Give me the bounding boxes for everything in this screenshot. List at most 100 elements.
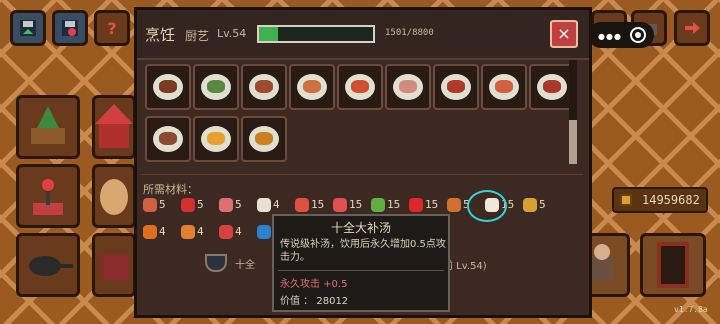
version-label: v1.7.8a: [674, 305, 708, 314]
material-herb-icon: [371, 198, 385, 212]
recipe-scroll-thumb[interactable]: [569, 120, 577, 164]
door-tile[interactable]: [640, 233, 706, 297]
tooltip-value: 价值 ： 28012: [280, 296, 349, 307]
materials-title: 所需材料：: [143, 183, 198, 196]
material-meat-icon: [143, 198, 157, 212]
material-count: 5: [539, 198, 546, 211]
tooltip-description: 传说级补汤，饮用后永久增加0.5点攻击力。: [280, 239, 446, 263]
food-icon: [543, 80, 561, 93]
food-icon: [207, 132, 225, 145]
plant-icon: [31, 106, 65, 144]
food-icon: [207, 80, 225, 93]
chest-icon: [101, 254, 129, 280]
coin-counter: 14959682: [612, 187, 708, 213]
food-icon: [351, 80, 369, 93]
question-icon: ?: [107, 19, 116, 37]
food-icon: [159, 80, 177, 93]
food-icon: [447, 80, 465, 93]
egg-icon: [100, 179, 128, 215]
exp-progress-fill: [259, 27, 279, 41]
save-heart-icon: [62, 20, 78, 36]
material-sausage-icon: [219, 198, 233, 212]
screen-record-overlay[interactable]: ●●●: [588, 22, 654, 48]
shop-tile[interactable]: [92, 95, 136, 159]
material-count: 4: [273, 198, 280, 211]
tooltip-title: 十全大补汤: [330, 221, 391, 235]
soup-bowl-icon: [205, 254, 227, 272]
food-icon: [495, 80, 513, 93]
food-icon: [159, 132, 177, 145]
material-salmon-icon: [295, 198, 309, 212]
material-carrot-icon: [143, 225, 157, 239]
food-icon: [303, 80, 321, 93]
material-wheat-icon: [523, 198, 537, 212]
garden-tile[interactable]: [16, 95, 80, 159]
recipe-steak-plate[interactable]: [145, 64, 191, 110]
save-up-icon: [20, 20, 36, 36]
exp-progress-bar: [257, 25, 375, 43]
item-tooltip: 十全大补汤 传说级补汤，饮用后永久增加0.5点攻击力。 永久攻击 +0.5 价值…: [272, 214, 450, 312]
chest-tile[interactable]: [92, 233, 136, 297]
tooltip-divider: [278, 270, 444, 271]
svg-text:?: ?: [107, 19, 116, 37]
close-icon: ×: [557, 24, 571, 43]
food-icon: [255, 80, 273, 93]
skill-label: 厨艺: [185, 29, 210, 43]
recipe-pizza[interactable]: [481, 64, 527, 110]
material-count: 15: [425, 198, 439, 211]
panel-title: 烹饪: [145, 26, 176, 44]
dots-icon: ●●●: [598, 32, 622, 41]
door-icon: [657, 242, 689, 288]
material-bone-icon: [257, 198, 271, 212]
recipe-tomato-soup[interactable]: [337, 64, 383, 110]
record-icon: [630, 27, 646, 43]
recipe-sliced-meat[interactable]: [145, 116, 191, 162]
cooking-tile[interactable]: [16, 233, 80, 297]
material-orange-icon: [181, 225, 195, 239]
coin-icon: [620, 194, 632, 206]
tooltip-stat: 永久攻击 +0.5: [280, 279, 348, 290]
save-load-button[interactable]: [52, 10, 88, 46]
material-onion-icon: [447, 198, 461, 212]
recipe-vegetable-plate[interactable]: [193, 64, 239, 110]
highlight-circle: [467, 190, 507, 222]
craft-text-start: 十全: [235, 260, 255, 271]
pan-icon: [29, 256, 73, 276]
save-button[interactable]: [10, 10, 46, 46]
material-count: 15: [349, 198, 363, 211]
material-red-pepper-icon: [181, 198, 195, 212]
food-icon: [399, 80, 417, 93]
recipe-roast-meat[interactable]: [241, 64, 287, 110]
skill-level: Lv.54: [217, 27, 247, 40]
exit-button[interactable]: [674, 10, 710, 46]
material-sausage-link-icon: [333, 198, 347, 212]
close-button[interactable]: ×: [550, 20, 578, 48]
divider: [141, 174, 583, 175]
material-count: 4: [235, 225, 242, 238]
exit-arrow-icon: [685, 22, 700, 34]
food-icon: [255, 132, 273, 145]
recipe-pink-soup[interactable]: [385, 64, 431, 110]
material-blue-gem-icon: [257, 225, 271, 239]
material-count: 5: [197, 198, 204, 211]
panel-header: 烹饪 厨艺 Lv.54 1501/8800 ×: [137, 10, 589, 60]
joystick-icon: [33, 179, 63, 215]
material-count: 15: [311, 198, 325, 211]
material-count: 4: [159, 225, 166, 238]
recipe-grid: [137, 62, 575, 170]
house-icon: [95, 104, 133, 148]
recipe-fish[interactable]: [289, 64, 335, 110]
material-count: 15: [387, 198, 401, 211]
help-button[interactable]: ?: [94, 10, 130, 46]
exp-progress-text: 1501/8800: [385, 28, 434, 38]
coin-amount: 14959682: [642, 193, 700, 207]
material-mushroom-icon: [219, 225, 233, 239]
material-tomato-icon: [409, 198, 423, 212]
material-count: 4: [197, 225, 204, 238]
arcade-tile[interactable]: [16, 164, 80, 228]
recipe-ribs[interactable]: [433, 64, 479, 110]
material-count: 5: [235, 198, 242, 211]
recipe-dark-soup[interactable]: [241, 116, 287, 162]
recipe-omelette[interactable]: [193, 116, 239, 162]
egg-tile[interactable]: [92, 164, 136, 228]
